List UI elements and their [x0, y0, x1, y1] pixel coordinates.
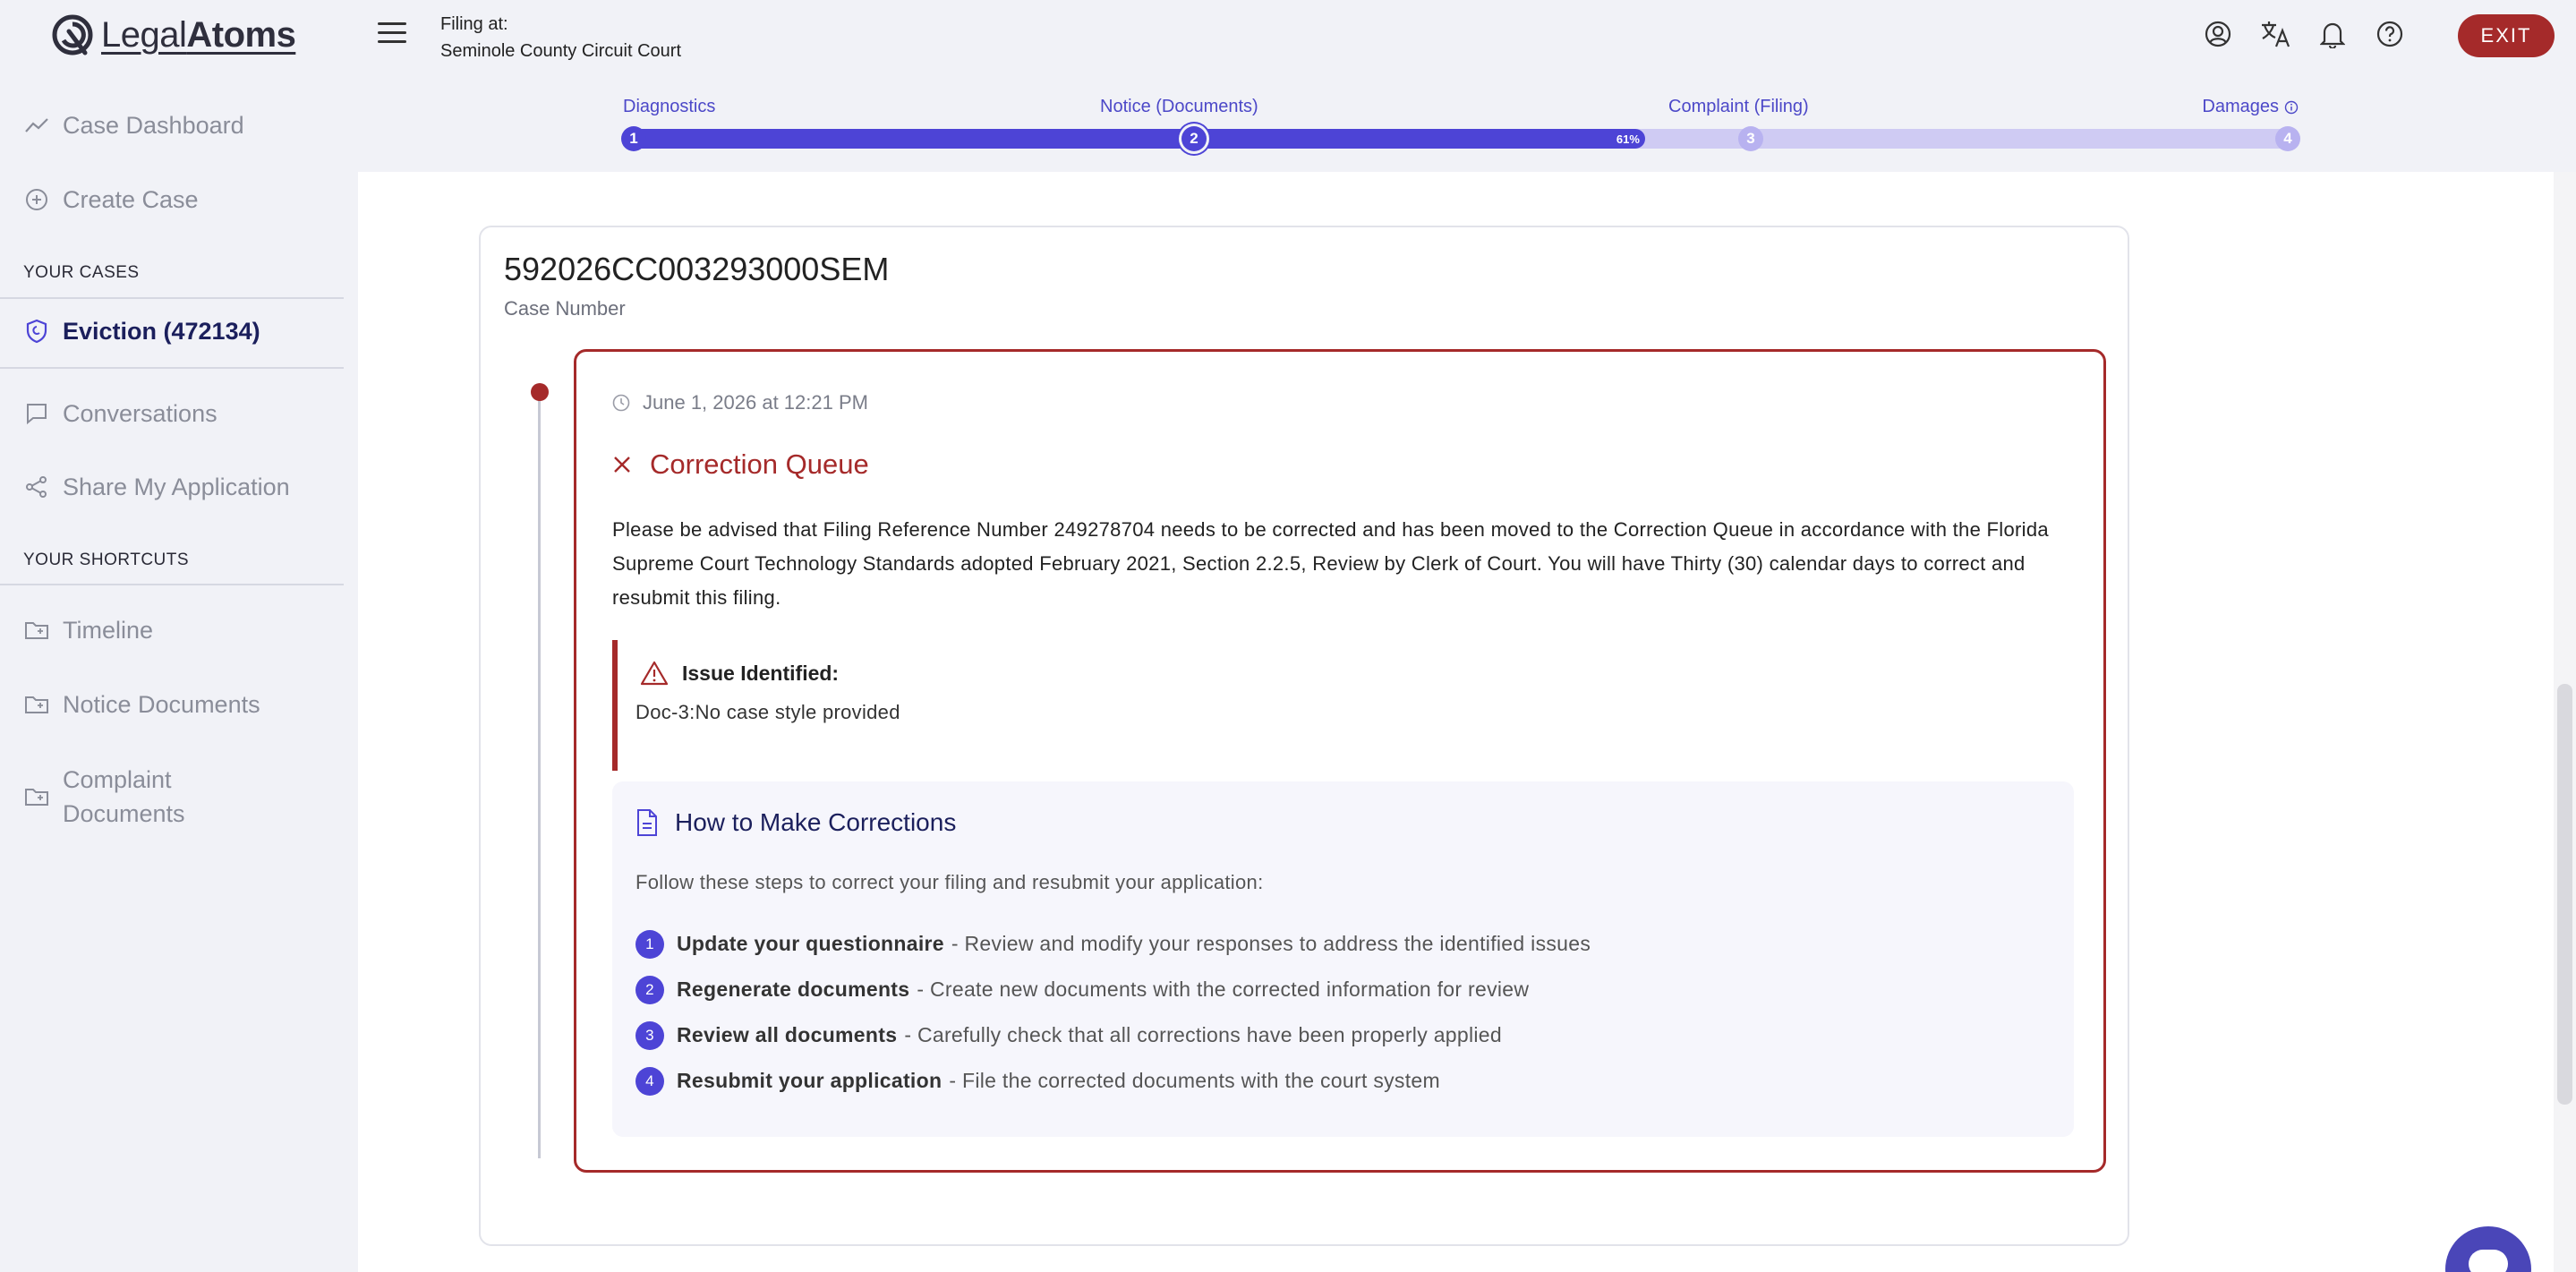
chat-bubble-icon	[23, 402, 50, 425]
sidebar-item-eviction-case[interactable]: Eviction (472134)	[0, 313, 344, 349]
close-x-icon	[614, 457, 630, 473]
sidebar-item-label: Notice Documents	[63, 690, 260, 718]
warning-triangle-icon	[640, 661, 669, 686]
event-timestamp: June 1, 2026 at 12:21 PM	[612, 391, 868, 414]
sidebar-item-timeline[interactable]: Timeline	[0, 612, 344, 648]
corrections-steps: 1 Update your questionnaire - Review and…	[635, 921, 1591, 1104]
bell-icon[interactable]	[2316, 16, 2349, 52]
case-number-label: Case Number	[504, 297, 626, 320]
step-number-badge: 3	[635, 1020, 664, 1050]
step-description: - Create new documents with the correcte…	[917, 977, 1530, 1001]
case-number: 592026CC003293000SEM	[504, 251, 890, 287]
sidebar-divider	[0, 297, 344, 299]
correction-step: 1 Update your questionnaire - Review and…	[635, 921, 1591, 967]
sidebar: Case Dashboard Create Case YOUR CASES Ev…	[0, 72, 358, 1272]
menu-toggle-icon[interactable]	[378, 22, 406, 47]
sidebar-item-label: Eviction (472134)	[63, 317, 260, 345]
info-icon	[2284, 100, 2299, 114]
correction-step: 2 Regenerate documents - Create new docu…	[635, 967, 1591, 1012]
sidebar-item-case-dashboard[interactable]: Case Dashboard	[0, 107, 344, 143]
help-icon[interactable]	[2374, 16, 2406, 52]
legalatoms-logo[interactable]: LegalAtoms	[49, 11, 296, 59]
top-header: LegalAtoms Filing at: Seminole County Ci…	[0, 0, 2576, 72]
sidebar-item-complaint-documents[interactable]: Complaint Documents	[0, 763, 344, 831]
step-description: - File the corrected documents with the …	[949, 1069, 1440, 1092]
step-title: Regenerate documents	[677, 977, 910, 1001]
step-label-complaint[interactable]: Complaint (Filing)	[1668, 97, 1809, 117]
step-label-notice[interactable]: Notice (Documents)	[1100, 97, 1258, 117]
header-icon-group	[2202, 16, 2406, 52]
logo-mark-icon	[52, 14, 93, 55]
progress-fill: 61%	[623, 129, 1645, 149]
your-cases-label: YOUR CASES	[23, 263, 140, 282]
step-label-damages[interactable]: Damages	[2202, 97, 2299, 117]
step-title: Review all documents	[677, 1023, 898, 1046]
step-label-diagnostics[interactable]: Diagnostics	[623, 97, 715, 117]
corrections-panel: How to Make Corrections Follow these ste…	[612, 781, 2074, 1137]
sidebar-divider	[0, 367, 344, 369]
issue-heading: Issue Identified:	[639, 660, 839, 687]
timeline-line	[538, 387, 541, 1158]
sidebar-item-share[interactable]: Share My Application	[0, 469, 344, 505]
step-description: - Carefully check that all corrections h…	[904, 1023, 1502, 1046]
step-description: - Review and modify your responses to ad…	[951, 932, 1591, 955]
logo-text: LegalAtoms	[101, 14, 296, 55]
trend-chart-icon	[23, 116, 50, 134]
progress-track: 61%	[623, 129, 2299, 149]
sidebar-item-label: Timeline	[63, 616, 154, 644]
filing-court: Seminole County Circuit Court	[440, 41, 681, 61]
plus-circle-icon	[23, 188, 50, 211]
step-marker-4[interactable]: 4	[2275, 126, 2300, 151]
chat-bubble-icon	[2469, 1250, 2508, 1272]
progress-percent: 61%	[1616, 132, 1640, 146]
main-scrollbar[interactable]	[2554, 172, 2576, 1272]
step-title: Update your questionnaire	[677, 932, 944, 955]
filing-progress: Diagnostics Notice (Documents) Complaint…	[621, 90, 2300, 161]
step-marker-2[interactable]: 2	[1181, 126, 1207, 151]
step-number-badge: 2	[635, 975, 664, 1004]
sidebar-item-create-case[interactable]: Create Case	[0, 182, 344, 218]
scrollbar-thumb[interactable]	[2557, 684, 2572, 1105]
sidebar-item-label: Case Dashboard	[63, 111, 244, 139]
filing-location: Filing at: Seminole County Circuit Court	[440, 11, 681, 64]
folder-icon	[23, 786, 50, 807]
clock-icon	[612, 394, 630, 412]
step-marker-3[interactable]: 3	[1738, 126, 1763, 151]
step-title: Resubmit your application	[677, 1069, 943, 1092]
sidebar-item-conversations[interactable]: Conversations	[0, 396, 344, 431]
sidebar-item-label: Complaint Documents	[63, 766, 185, 827]
sidebar-divider	[0, 584, 344, 585]
step-number-badge: 4	[635, 1066, 664, 1096]
folder-icon	[23, 619, 50, 641]
case-timeline-card: 592026CC003293000SEM Case Number June 1,…	[479, 226, 2129, 1246]
correction-step: 4 Resubmit your application - File the c…	[635, 1058, 1591, 1104]
folder-icon	[23, 694, 50, 715]
correction-queue-event: June 1, 2026 at 12:21 PM Correction Queu…	[574, 349, 2106, 1173]
event-message: Please be advised that Filing Reference …	[612, 518, 2049, 609]
exit-button[interactable]: EXIT	[2458, 14, 2555, 57]
sidebar-item-label: Share My Application	[63, 473, 290, 500]
sidebar-item-notice-documents[interactable]: Notice Documents	[0, 687, 344, 722]
step-marker-1[interactable]: 1	[621, 126, 646, 151]
timeline-dot	[531, 383, 549, 401]
corrections-heading: How to Make Corrections	[635, 808, 956, 837]
sidebar-item-label: Conversations	[63, 399, 218, 427]
main-content: 592026CC003293000SEM Case Number June 1,…	[358, 172, 2554, 1272]
share-icon	[23, 475, 50, 499]
corrections-intro: Follow these steps to correct your filin…	[635, 871, 1264, 893]
issue-callout: Issue Identified: Doc-3:No case style pr…	[612, 640, 2080, 771]
sidebar-item-label: Create Case	[63, 185, 199, 213]
correction-step: 3 Review all documents - Carefully check…	[635, 1012, 1591, 1058]
issue-text: Doc-3:No case style provided	[635, 701, 900, 723]
shield-icon	[23, 319, 50, 344]
filing-label: Filing at:	[440, 14, 508, 34]
translate-icon[interactable]	[2259, 16, 2291, 52]
event-title: Correction Queue	[612, 448, 869, 481]
document-icon	[637, 809, 657, 836]
account-icon[interactable]	[2202, 16, 2234, 52]
step-number-badge: 1	[635, 929, 664, 959]
your-shortcuts-label: YOUR SHORTCUTS	[23, 551, 190, 569]
